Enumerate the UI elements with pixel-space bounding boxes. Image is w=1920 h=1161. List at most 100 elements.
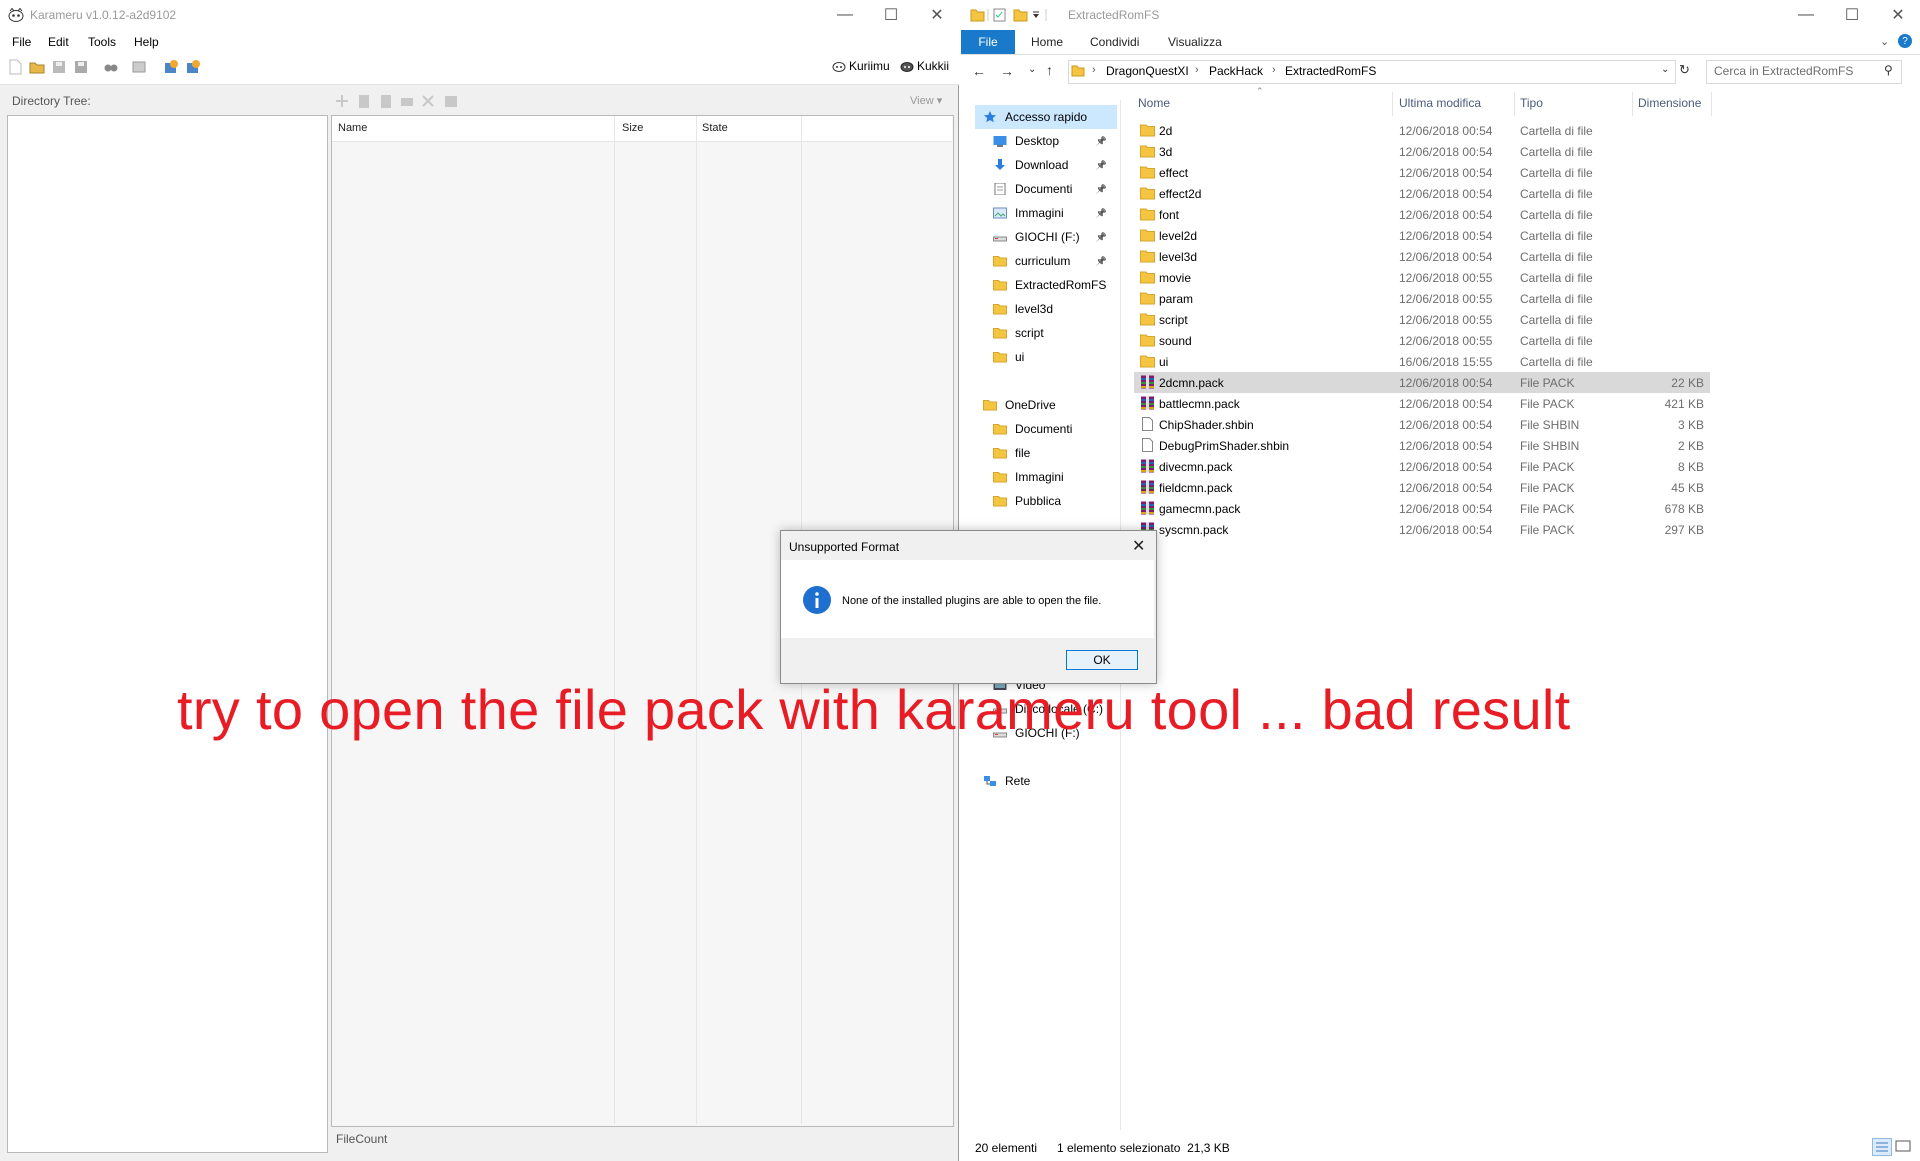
column-dimensione[interactable]: Dimensione — [1638, 96, 1701, 110]
file-row[interactable]: level3d 12/06/2018 00:54 Cartella di file — [1134, 246, 1710, 267]
folder-icon — [993, 471, 1007, 483]
nav-item-accesso-rapido[interactable]: Accesso rapido — [975, 105, 1117, 129]
file-row[interactable]: ui 16/06/2018 15:55 Cartella di file — [1134, 351, 1710, 372]
kukkii-button[interactable]: Kukkii — [917, 59, 949, 73]
file-row[interactable]: level2d 12/06/2018 00:54 Cartella di file — [1134, 225, 1710, 246]
ribbon-expand-icon[interactable]: ⌄ — [1880, 35, 1889, 48]
nav-item-label: file — [1015, 446, 1031, 460]
explorer-maximize-button[interactable]: ☐ — [1829, 0, 1875, 30]
nav-item-file[interactable]: file — [975, 441, 1117, 465]
file-row[interactable]: syscmn.pack 12/06/2018 00:54 File PACK 297 … — [1134, 519, 1710, 540]
ribbon-tab-file[interactable]: File — [961, 30, 1015, 54]
file-row[interactable]: effect2d 12/06/2018 00:54 Cartella di file — [1134, 183, 1710, 204]
refresh-icon[interactable]: ↻ — [1679, 62, 1690, 78]
file-row[interactable]: battlecmn.pack 12/06/2018 00:54 File PACK 4… — [1134, 393, 1710, 414]
maximize-button[interactable]: ☐ — [868, 0, 914, 30]
batch-alt-icon[interactable] — [184, 58, 202, 76]
find-icon[interactable] — [102, 58, 120, 76]
file-name: effect — [1159, 166, 1189, 180]
nav-item-label: script — [1015, 326, 1044, 340]
quick-access-toolbar[interactable] — [970, 7, 1080, 23]
file-type: File SHBIN — [1520, 418, 1580, 432]
file-row[interactable]: effect 12/06/2018 00:54 Cartella di file — [1134, 162, 1710, 183]
nav-item-curriculum[interactable]: curriculum 📌 — [975, 249, 1117, 273]
large-icons-view-icon[interactable] — [1895, 1139, 1911, 1153]
menu-tools[interactable]: Tools — [88, 35, 116, 49]
kuriimu-button[interactable]: Kuriimu — [849, 59, 890, 73]
directory-tree[interactable] — [7, 115, 328, 1153]
breadcrumb-packhack[interactable]: PackHack — [1209, 64, 1263, 78]
nav-item-pubblica[interactable]: Pubblica — [975, 489, 1117, 513]
breadcrumb-dragonquestxi[interactable]: DragonQuestXI — [1106, 64, 1189, 78]
batch-icon[interactable] — [162, 58, 180, 76]
nav-item-documenti[interactable]: Documenti 📌 — [975, 177, 1117, 201]
file-type: Cartella di file — [1520, 292, 1593, 306]
forward-arrow-icon[interactable]: → — [1000, 63, 1014, 79]
ribbon-tab-home[interactable]: Home — [1031, 35, 1063, 49]
menu-file[interactable]: File — [12, 35, 31, 49]
up-arrow-icon[interactable]: ↑ — [1046, 62, 1053, 78]
explorer-minimize-button[interactable]: — — [1783, 0, 1829, 30]
ribbon-tab-condividi[interactable]: Condividi — [1090, 35, 1139, 49]
ribbon-tab-visualizza[interactable]: Visualizza — [1168, 35, 1222, 49]
file-row[interactable]: 3d 12/06/2018 00:54 Cartella di file — [1134, 141, 1710, 162]
menu-edit[interactable]: Edit — [48, 35, 69, 49]
column-name[interactable]: Name — [338, 122, 367, 134]
file-row[interactable]: sound 12/06/2018 00:55 Cartella di file — [1134, 330, 1710, 351]
explorer-title: ExtractedRomFS — [1068, 8, 1160, 22]
nav-item-immagini[interactable]: Immagini — [975, 465, 1117, 489]
details-view-icon[interactable] — [1872, 1138, 1892, 1156]
nav-item-immagini[interactable]: Immagini 📌 — [975, 201, 1117, 225]
column-tipo[interactable]: Tipo — [1520, 96, 1543, 110]
recent-dropdown-icon[interactable]: ⌄ — [1028, 64, 1036, 75]
view-dropdown[interactable]: View ▾ — [910, 94, 942, 107]
back-arrow-icon[interactable]: ← — [972, 63, 986, 79]
save-icon[interactable] — [50, 58, 68, 76]
file-row[interactable]: divecmn.pack 12/06/2018 00:54 File PACK 8 K… — [1134, 456, 1710, 477]
column-divider — [1632, 92, 1633, 116]
file-row[interactable]: fieldcmn.pack 12/06/2018 00:54 File PACK 45… — [1134, 477, 1710, 498]
nav-item-rete[interactable]: Rete — [975, 769, 1117, 793]
folder-icon — [1140, 354, 1155, 368]
file-row[interactable]: 2dcmn.pack 12/06/2018 00:54 File PACK 22 KB — [1134, 372, 1710, 393]
nav-item-level3d[interactable]: level3d — [975, 297, 1117, 321]
help-icon[interactable]: ? — [1898, 34, 1912, 48]
close-button[interactable]: ✕ — [914, 0, 960, 30]
file-row[interactable]: movie 12/06/2018 00:55 Cartella di file — [1134, 267, 1710, 288]
explorer-close-button[interactable]: ✕ — [1875, 0, 1920, 30]
folder-icon — [1140, 291, 1155, 305]
file-row[interactable]: font 12/06/2018 00:54 Cartella di file — [1134, 204, 1710, 225]
file-row[interactable]: param 12/06/2018 00:55 Cartella di file — [1134, 288, 1710, 309]
minimize-button[interactable]: — — [822, 0, 868, 30]
file-row[interactable]: gamecmn.pack 12/06/2018 00:54 File PACK 678… — [1134, 498, 1710, 519]
nav-item-extractedromfs[interactable]: ExtractedRomFS — [975, 273, 1117, 297]
new-file-icon[interactable] — [6, 58, 24, 76]
file-row[interactable]: ChipShader.shbin 12/06/2018 00:54 File SHB… — [1134, 414, 1710, 435]
pin-icon: 📌 — [1095, 255, 1107, 266]
save-as-icon[interactable] — [72, 58, 90, 76]
open-folder-icon[interactable] — [28, 58, 46, 76]
nav-item-desktop[interactable]: Desktop 📌 — [975, 129, 1117, 153]
ok-button[interactable]: OK — [1066, 650, 1138, 670]
nav-item-documenti[interactable]: Documenti — [975, 417, 1117, 441]
nav-item-script[interactable]: script — [975, 321, 1117, 345]
file-row[interactable]: script 12/06/2018 00:55 Cartella di file — [1134, 309, 1710, 330]
menu-help[interactable]: Help — [134, 35, 159, 49]
file-row[interactable]: 2d 12/06/2018 00:54 Cartella di file — [1134, 120, 1710, 141]
breadcrumb-extractedromfs[interactable]: ExtractedRomFS — [1285, 64, 1376, 78]
nav-item-onedrive[interactable]: OneDrive — [975, 393, 1117, 417]
file-row[interactable]: DebugPrimShader.shbin 12/06/2018 00:54 Fil… — [1134, 435, 1710, 456]
nav-item-ui[interactable]: ui — [975, 345, 1117, 369]
nav-item-download[interactable]: Download 📌 — [975, 153, 1117, 177]
nav-item-label: Download — [1015, 158, 1069, 172]
properties-icon[interactable] — [130, 58, 148, 76]
nav-item-giochi-f[interactable]: GIOCHI (F:) 📌 — [975, 225, 1117, 249]
dialog-close-button[interactable]: ✕ — [1132, 536, 1145, 556]
column-ultima-modifica[interactable]: Ultima modifica — [1399, 96, 1481, 110]
column-nome[interactable]: Nome — [1138, 96, 1170, 110]
column-size[interactable]: Size — [622, 122, 643, 134]
address-dropdown-icon[interactable]: ⌄ — [1661, 64, 1669, 75]
search-icon[interactable]: ⚲ — [1884, 63, 1893, 77]
column-state[interactable]: State — [702, 122, 728, 134]
